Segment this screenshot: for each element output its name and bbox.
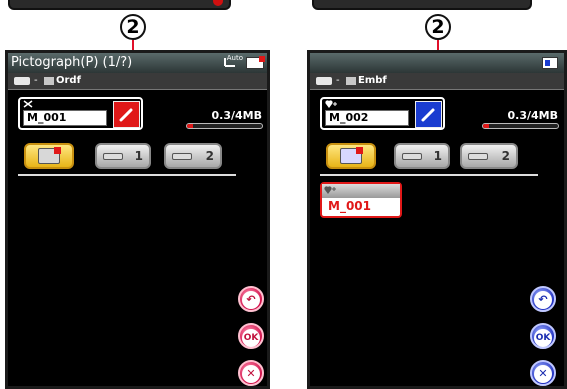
tab-usb-2-label: 2: [205, 149, 214, 163]
machine-status-icon: [246, 56, 265, 69]
callout-2-right: 2: [425, 14, 451, 40]
machine-icon: [14, 77, 30, 85]
tab-usb-1[interactable]: 1: [95, 143, 151, 169]
ok-button[interactable]: OK: [238, 323, 264, 349]
close-icon: ✕: [242, 365, 260, 383]
tab-usb-1-label: 1: [134, 149, 143, 163]
pen-icon: [119, 108, 133, 122]
status-text: Auto: [226, 54, 243, 62]
left-device-screen: Pictograph(P) (1/?) Auto - Ordf M_001 0.…: [5, 50, 270, 389]
cancel-button[interactable]: ✕: [238, 360, 264, 386]
tab-usb-1-label: 1: [433, 149, 442, 163]
callout-2-left: 2: [120, 14, 146, 40]
screen-title: Pictograph(P) (1/?): [11, 55, 133, 70]
edit-name-button[interactable]: [113, 101, 140, 128]
top-edge-red-button: [213, 0, 223, 6]
edit-name-button[interactable]: [415, 101, 442, 128]
back-button[interactable]: ↶: [238, 286, 264, 312]
file-item[interactable]: M_001: [320, 182, 402, 218]
close-icon: ✕: [534, 365, 552, 383]
memory-usage-bar: [186, 123, 263, 129]
file-item-name: M_001: [328, 199, 371, 213]
ok-button-label: OK: [534, 329, 552, 347]
usb-icon: [103, 153, 123, 160]
separator: [320, 174, 538, 176]
usb-icon: [172, 153, 192, 160]
tab-machine[interactable]: [326, 143, 376, 169]
name-field[interactable]: M_001: [23, 110, 107, 126]
memory-usage-text: 0.3/4MB: [507, 109, 559, 122]
pictograph-icon: [23, 100, 33, 108]
file-item-header: [322, 184, 400, 198]
top-screen-edge-left: [8, 0, 231, 10]
memory-usage-fill: [483, 124, 489, 128]
tab-usb-2[interactable]: 2: [164, 143, 222, 169]
tab-usb-2-label: 2: [501, 149, 510, 163]
ok-button-label: OK: [242, 329, 260, 347]
heart-icon: [324, 186, 336, 194]
path-folder-name: Embf: [358, 75, 387, 86]
back-arrow-icon: ↶: [534, 291, 552, 309]
separator: [18, 174, 236, 176]
back-button[interactable]: ↶: [530, 286, 556, 312]
tab-machine[interactable]: [24, 143, 74, 169]
machine-status-icon: [542, 57, 558, 69]
path-bar: - Ordf: [8, 73, 267, 90]
title-bar: Pictograph(P) (1/?) Auto: [8, 53, 267, 73]
memory-usage-fill: [187, 124, 193, 128]
right-device-screen: - Embf M_002 0.3/4MB 1 2 M_001 ↶ OK ✕: [307, 50, 567, 389]
folder-icon: [44, 77, 54, 85]
ok-button[interactable]: OK: [530, 323, 556, 349]
machine-memory-icon: [38, 147, 61, 164]
memory-usage-text: 0.3/4MB: [211, 109, 263, 122]
name-field[interactable]: M_002: [325, 110, 409, 126]
name-panel: M_001: [18, 97, 143, 130]
memory-usage-bar: [482, 123, 559, 129]
back-arrow-icon: ↶: [242, 291, 260, 309]
path-folder-name: Ordf: [56, 75, 81, 86]
usb-icon: [468, 153, 488, 160]
heart-icon: [325, 100, 337, 108]
tab-usb-1[interactable]: 1: [394, 143, 450, 169]
top-screen-edge-right: [312, 0, 532, 10]
path-bar: - Embf: [310, 73, 564, 90]
pen-icon: [421, 108, 435, 122]
name-panel: M_002: [320, 97, 445, 130]
title-bar: [310, 53, 564, 73]
machine-icon: [316, 77, 332, 85]
cancel-button[interactable]: ✕: [530, 360, 556, 386]
folder-icon: [346, 77, 356, 85]
usb-icon: [402, 153, 422, 160]
machine-memory-icon: [340, 147, 363, 164]
tab-usb-2[interactable]: 2: [460, 143, 518, 169]
